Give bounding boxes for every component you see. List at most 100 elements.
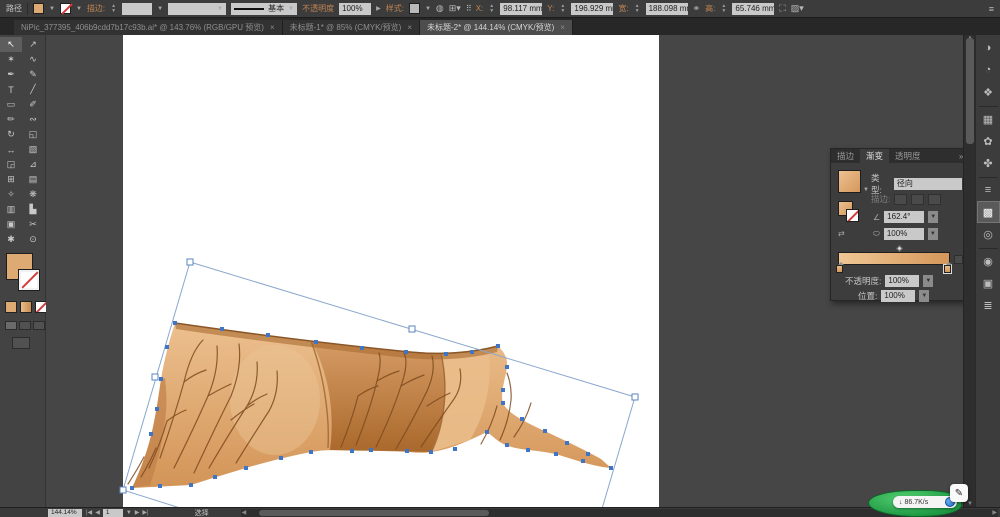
mesh-tool[interactable]: ⊞ <box>0 172 22 187</box>
line-segment-tool[interactable]: ╱ <box>22 82 44 97</box>
libraries-panel-icon[interactable]: ❖ <box>978 82 999 102</box>
style-swatch[interactable] <box>408 3 420 14</box>
curvature-tool[interactable]: ✎ <box>22 67 44 82</box>
type-tool[interactable]: T <box>0 82 22 97</box>
symbols-panel-icon[interactable]: ✤ <box>978 153 999 173</box>
gradient-tool[interactable]: ▤ <box>22 172 44 187</box>
last-artboard-icon[interactable]: ▶| <box>142 509 148 516</box>
width-profile-dropdown[interactable]: ▼ <box>168 2 227 15</box>
shaper-tool[interactable]: ∾ <box>22 112 44 127</box>
previous-artboard-icon[interactable]: ◀ <box>95 509 100 516</box>
color-guide-panel-icon[interactable]: ◔ <box>978 60 999 80</box>
stroke-color-swatch[interactable] <box>59 3 71 14</box>
gradient-thumbnail[interactable] <box>838 170 861 193</box>
y-field[interactable]: 196.929 mm <box>571 2 614 15</box>
vertical-scrollbar[interactable]: ▲ ▼ <box>963 35 975 507</box>
paintbrush-tool[interactable]: ✐ <box>22 97 44 112</box>
brushes-panel-icon[interactable]: ✿ <box>978 131 999 151</box>
direct-selection-tool[interactable]: ↗ <box>22 37 44 52</box>
draw-behind-mode-button[interactable] <box>19 321 31 330</box>
document-tab-1[interactable]: NiPic_377395_406b9cdd7b17c93b.ai* @ 143.… <box>14 20 283 35</box>
stroke-dropdown-icon[interactable]: ▼ <box>76 6 82 12</box>
opacity-dropdown-icon[interactable]: ▶ <box>376 5 381 12</box>
height-stepper[interactable]: ▲ ▼ <box>720 3 727 14</box>
lasso-tool[interactable]: ∿ <box>22 52 44 67</box>
brush-definition-dropdown[interactable]: 基本 ▼ <box>231 2 298 15</box>
opacity-field[interactable]: 100% <box>339 2 372 15</box>
stroke-panel-icon[interactable]: ≡ <box>978 180 999 200</box>
y-stepper[interactable]: ▲ ▼ <box>559 3 566 14</box>
scroll-left-icon[interactable]: ◀ <box>242 509 247 517</box>
reference-point-icon[interactable]: ⠿ <box>466 4 472 13</box>
rectangle-tool[interactable]: ▭ <box>0 97 22 112</box>
artboard-number-field[interactable]: 1 <box>102 508 123 517</box>
appearance-panel-icon[interactable]: ◉ <box>978 251 999 271</box>
toolbar-stroke-swatch[interactable] <box>18 269 40 291</box>
horizontal-scroll-thumb[interactable] <box>258 509 489 516</box>
column-graph-tool[interactable]: ▙ <box>22 202 44 217</box>
transform-icon[interactable]: ⛶ <box>779 4 785 13</box>
style-link[interactable]: 样式: <box>386 3 404 14</box>
x-field[interactable]: 98.117 mm <box>500 2 543 15</box>
height-field[interactable]: 65.746 mm <box>732 2 775 15</box>
control-panel-menu-icon[interactable]: ≡ <box>989 4 994 14</box>
gradient-panel-icon[interactable]: ▩ <box>976 201 1000 223</box>
shear-dropdown-icon[interactable]: ▨▾ <box>791 4 804 13</box>
zoom-level-field[interactable]: 144.14% <box>48 508 82 517</box>
next-artboard-icon[interactable]: ▶ <box>135 509 140 516</box>
draw-inside-mode-button[interactable] <box>33 321 45 330</box>
screen-mode-button[interactable] <box>12 337 30 349</box>
artboard-dropdown-icon[interactable]: ▼ <box>126 510 132 516</box>
stop-opacity-dropdown-icon[interactable]: ▼ <box>923 275 934 287</box>
hand-tool[interactable]: ✱ <box>0 232 22 247</box>
rotate-tool[interactable]: ↻ <box>0 127 22 142</box>
document-tab-2[interactable]: 未标题-1* @ 85% (CMYK/预览) × <box>282 20 420 35</box>
canvas[interactable] <box>46 35 963 507</box>
color-panel-icon[interactable]: ◑ <box>978 38 999 58</box>
transparency-panel-icon[interactable]: ◎ <box>978 224 999 244</box>
vertical-scroll-thumb[interactable] <box>966 38 974 144</box>
width-field[interactable]: 188.098 mm <box>645 2 688 15</box>
artboard-tool[interactable]: ▣ <box>0 217 22 232</box>
gradient-stroke-box[interactable] <box>846 209 859 222</box>
style-dropdown-icon[interactable]: ▼ <box>425 6 431 12</box>
angle-field[interactable]: 162.4° <box>884 211 925 223</box>
collapse-panel-icon[interactable]: » <box>959 152 963 161</box>
gradient-slider[interactable] <box>838 252 950 265</box>
aspect-dropdown-icon[interactable]: ▼ <box>927 228 938 240</box>
gradient-thumbnail-dropdown-icon[interactable]: ▼ <box>863 187 869 193</box>
magic-wand-tool[interactable]: ✶ <box>0 52 22 67</box>
opacity-link[interactable]: 不透明度 <box>302 3 334 14</box>
width-tool[interactable]: ↔ <box>0 142 22 157</box>
type-dropdown[interactable]: 径向 <box>893 178 963 190</box>
constrain-proportions-icon[interactable]: ⚭ <box>693 4 701 13</box>
pencil-tool[interactable]: ✏ <box>0 112 22 127</box>
angle-dropdown-icon[interactable]: ▼ <box>928 211 939 223</box>
tab-close-icon[interactable]: × <box>560 23 565 32</box>
location-field[interactable]: 100% <box>881 290 916 302</box>
document-tab-3-active[interactable]: 未标题-2* @ 144.14% (CMYK/预览) × <box>419 20 573 35</box>
align-dropdown-icon[interactable]: ⊞▾ <box>449 4 461 13</box>
tab-stroke[interactable]: 描边 <box>831 149 860 163</box>
stroke-width-dropdown-icon[interactable]: ▼ <box>157 6 163 12</box>
perspective-grid-tool[interactable]: ⊿ <box>22 157 44 172</box>
stop-opacity-field[interactable]: 100% <box>885 275 920 287</box>
tab-gradient[interactable]: 渐变 <box>860 149 890 163</box>
fill-dropdown-icon[interactable]: ▼ <box>49 6 55 12</box>
gradient-button[interactable] <box>20 301 32 313</box>
graphic-styles-panel-icon[interactable]: ▣ <box>978 273 999 293</box>
reverse-gradient-icon[interactable]: ⇄ <box>838 229 845 238</box>
stroke-along-button[interactable] <box>911 193 925 205</box>
eyedropper-tool[interactable]: ✧ <box>0 187 22 202</box>
shape-builder-tool[interactable]: ◲ <box>0 157 22 172</box>
tab-close-icon[interactable]: × <box>270 23 275 32</box>
width-stepper[interactable]: ▲ ▼ <box>634 3 641 14</box>
stroke-width-stepper[interactable]: ▲ ▼ <box>110 3 117 14</box>
layers-panel-icon[interactable]: ≣ <box>978 295 999 315</box>
selection-tool[interactable]: ↖ <box>0 37 22 52</box>
gradient-midpoint-marker[interactable] <box>895 244 904 253</box>
aspect-ratio-field[interactable]: 100% <box>883 228 924 240</box>
tab-close-icon[interactable]: × <box>407 23 412 32</box>
first-artboard-icon[interactable]: |◀ <box>86 509 92 516</box>
fill-color-swatch[interactable] <box>33 3 44 14</box>
